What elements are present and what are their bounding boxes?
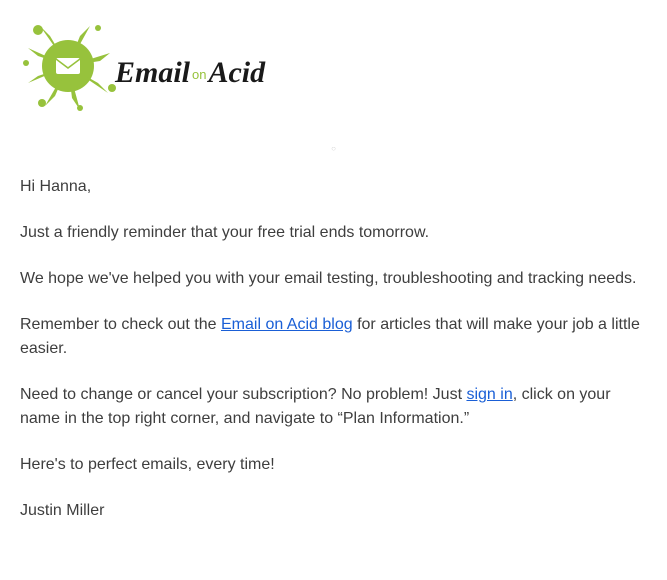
brand-text-on: on (192, 67, 206, 82)
greeting-text: Hi Hanna, (20, 175, 647, 199)
blog-link[interactable]: Email on Acid blog (221, 316, 353, 333)
paragraph-reminder: Just a friendly reminder that your free … (20, 221, 647, 245)
signature-name: Justin Miller (20, 499, 647, 523)
brand-text-email: Email (115, 56, 190, 89)
divider-dot: ○ (20, 143, 647, 155)
brand-name: EmailonAcid (115, 50, 265, 95)
paragraph-closing: Here's to perfect emails, every time! (20, 453, 647, 477)
p3-pre: Remember to check out the (20, 316, 221, 333)
logo-container: EmailonAcid (20, 18, 647, 113)
signin-link[interactable]: sign in (466, 386, 512, 403)
brand-text-acid: Acid (208, 56, 265, 89)
brand-logo: EmailonAcid (20, 18, 250, 113)
email-body: Hi Hanna, Just a friendly reminder that … (20, 175, 647, 523)
paragraph-blog: Remember to check out the Email on Acid … (20, 313, 647, 361)
paragraph-hope: We hope we've helped you with your email… (20, 267, 647, 291)
p4-pre: Need to change or cancel your subscripti… (20, 386, 466, 403)
envelope-icon (56, 58, 80, 74)
paragraph-subscription: Need to change or cancel your subscripti… (20, 383, 647, 431)
splat-icon (20, 18, 125, 113)
